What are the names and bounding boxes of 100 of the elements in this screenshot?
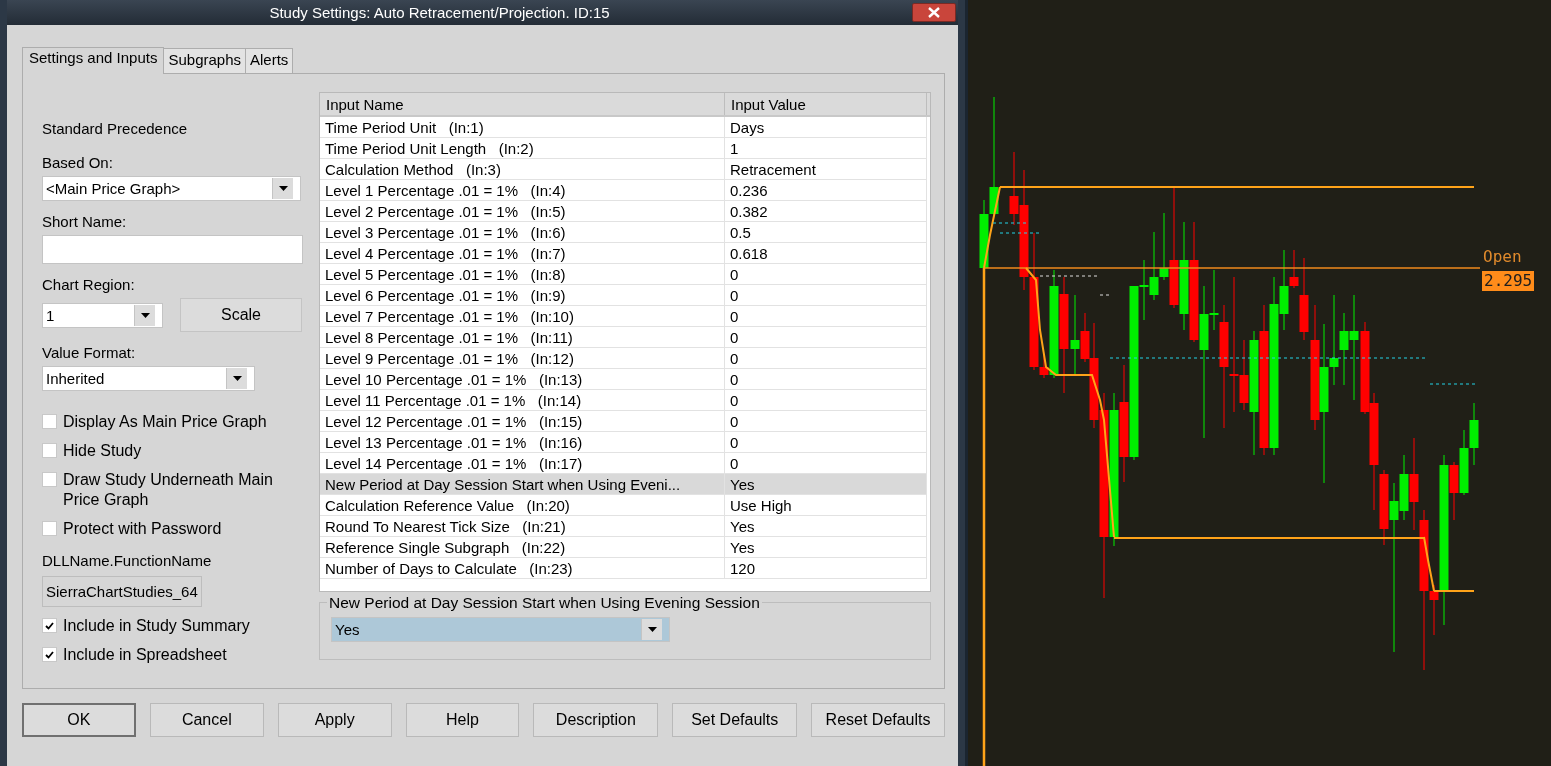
dashed-line: [1099, 294, 1111, 296]
table-row[interactable]: Level 9 Percentage .01 = 1% (In:12) 0: [320, 348, 927, 369]
table-row[interactable]: Level 5 Percentage .01 = 1% (In:8) 0: [320, 264, 927, 285]
table-row[interactable]: Level 8 Percentage .01 = 1% (In:11) 0: [320, 327, 927, 348]
dialog-button[interactable]: Reset Defaults: [811, 703, 945, 737]
table-cell: 0.618: [725, 243, 927, 263]
table-cell: Level 3 Percentage .01 = 1% (In:6): [320, 222, 725, 242]
table-cell: Level 9 Percentage .01 = 1% (In:12): [320, 348, 725, 368]
dialog-button[interactable]: Help: [405, 703, 520, 737]
table-row[interactable]: Level 2 Percentage .01 = 1% (In:5) 0.382: [320, 201, 927, 222]
dropdown-arrow-icon: [140, 312, 150, 318]
table-cell: Level 6 Percentage .01 = 1% (In:9): [320, 285, 725, 305]
checkbox-label[interactable]: Include in Study Summary: [63, 616, 250, 636]
field-label: Based On:: [42, 154, 114, 171]
dashed-line: [999, 232, 1041, 234]
checkbox-label[interactable]: Hide Study: [63, 441, 142, 461]
candle: [1469, 402, 1479, 466]
dialog-button[interactable]: Set Defaults: [672, 703, 798, 737]
line-label: Open: [1483, 247, 1522, 266]
table-row[interactable]: Level 10 Percentage .01 = 1% (In:13) 0: [320, 369, 927, 390]
column-header[interactable]: Input Value: [725, 93, 927, 115]
tab[interactable]: Alerts: [245, 48, 294, 73]
table-cell: 0: [725, 432, 927, 452]
dropdown[interactable]: 1: [42, 302, 163, 328]
table-cell: 0: [725, 306, 927, 326]
checkbox-label[interactable]: Draw Study Underneath Main Price Graph: [63, 470, 278, 510]
checkbox-label[interactable]: Protect with Password: [63, 519, 222, 539]
dialog-button[interactable]: OK: [22, 703, 136, 737]
text-field[interactable]: [42, 235, 303, 264]
table-row[interactable]: Level 4 Percentage .01 = 1% (In:7) 0.618: [320, 243, 927, 264]
field-label: Chart Region:: [42, 276, 136, 293]
close-button[interactable]: [912, 3, 956, 22]
dropdown-arrow-icon: [647, 627, 657, 632]
table-cell: Level 14 Percentage .01 = 1% (In:17): [320, 453, 725, 473]
column-header[interactable]: Input Name: [320, 93, 725, 115]
table-row[interactable]: Round To Nearest Tick Size (In:21) Yes: [320, 516, 927, 537]
tab[interactable]: Subgraphs: [163, 48, 246, 73]
table-cell: Reference Single Subgraph (In:22): [320, 537, 725, 557]
table-row[interactable]: New Period at Day Session Start when Using Eveni... Yes: [320, 474, 927, 495]
dialog-button[interactable]: Description: [533, 703, 659, 737]
dropdown[interactable]: Inherited: [42, 366, 255, 391]
dropdown-arrow-icon: [232, 376, 242, 381]
table-cell: Level 13 Percentage .01 = 1% (In:16): [320, 432, 725, 452]
table-cell: Level 8 Percentage .01 = 1% (In:11): [320, 327, 725, 347]
precedence-label: Standard Precedence: [42, 120, 189, 137]
table-cell: Level 12 Percentage .01 = 1% (In:15): [320, 411, 725, 431]
table-row[interactable]: Level 12 Percentage .01 = 1% (In:15) 0: [320, 411, 927, 432]
close-icon: [928, 7, 940, 18]
dropdown[interactable]: Yes: [331, 617, 670, 642]
table-cell: Level 5 Percentage .01 = 1% (In:8): [320, 264, 725, 284]
table-row[interactable]: Reference Single Subgraph (In:22) Yes: [320, 537, 927, 558]
table-cell: 120: [725, 558, 927, 578]
table-row[interactable]: Calculation Reference Value (In:20) Use High: [320, 495, 927, 516]
table-cell: Time Period Unit Length (In:2): [320, 138, 725, 158]
dialog-button[interactable]: Apply: [277, 703, 392, 737]
table-row[interactable]: Level 13 Percentage .01 = 1% (In:16) 0: [320, 432, 927, 453]
dialog-button[interactable]: Cancel: [149, 703, 264, 737]
retracement-line: [1423, 536, 1435, 592]
checkbox[interactable]: [42, 443, 57, 458]
dropdown[interactable]: <Main Price Graph>: [42, 176, 301, 201]
scale-button[interactable]: Scale: [180, 298, 302, 332]
checkbox[interactable]: [42, 618, 57, 633]
read-only-field: SierraChartStudies_64: [42, 576, 202, 607]
checkbox[interactable]: [42, 521, 57, 536]
table-row[interactable]: Number of Days to Calculate (In:23) 120: [320, 558, 927, 579]
table-cell: Yes: [725, 537, 927, 557]
checkbox[interactable]: [42, 414, 57, 429]
table-cell: 0: [725, 369, 927, 389]
table-cell: Use High: [725, 495, 927, 515]
table-cell: 0.382: [725, 201, 927, 221]
table-cell: 0: [725, 285, 927, 305]
table-cell: Retracement: [725, 159, 927, 179]
checkbox-label[interactable]: Display As Main Price Graph: [63, 412, 267, 432]
table-row[interactable]: Time Period Unit Length (In:2) 1: [320, 138, 927, 159]
table-cell: Time Period Unit (In:1): [320, 117, 725, 137]
candle: [1459, 429, 1469, 496]
table-cell: Number of Days to Calculate (In:23): [320, 558, 725, 578]
checkbox[interactable]: [42, 472, 57, 487]
table-cell: Yes: [725, 516, 927, 536]
table-cell: 0: [725, 348, 927, 368]
table-row[interactable]: Level 3 Percentage .01 = 1% (In:6) 0.5: [320, 222, 927, 243]
table-cell: Level 11 Percentage .01 = 1% (In:14): [320, 390, 725, 410]
table-cell: Level 4 Percentage .01 = 1% (In:7): [320, 243, 725, 263]
table-row[interactable]: Time Period Unit (In:1) Days: [320, 117, 927, 138]
table-cell: 0: [725, 453, 927, 473]
table-cell: 0: [725, 327, 927, 347]
checkbox-label[interactable]: Include in Spreadsheet: [63, 645, 227, 665]
tab[interactable]: Settings and Inputs: [22, 47, 165, 74]
price-label: 2.295: [1482, 271, 1535, 291]
window-title: Study Settings: Auto Retracement/Projection. ID:15: [268, 4, 611, 21]
table-row[interactable]: Level 1 Percentage .01 = 1% (In:4) 0.236: [320, 180, 927, 201]
table-cell: New Period at Day Session Start when Using Eveni...: [320, 474, 725, 494]
checkbox[interactable]: [42, 647, 57, 662]
table-row[interactable]: Level 7 Percentage .01 = 1% (In:10) 0: [320, 306, 927, 327]
dashed-line: [992, 222, 1029, 224]
table-row[interactable]: Calculation Method (In:3) Retracement: [320, 159, 927, 180]
table-cell: 1: [725, 138, 927, 158]
table-cell: Yes: [725, 474, 927, 494]
table-row[interactable]: Level 11 Percentage .01 = 1% (In:14) 0: [320, 390, 927, 411]
table-row[interactable]: Level 6 Percentage .01 = 1% (In:9) 0: [320, 285, 927, 306]
